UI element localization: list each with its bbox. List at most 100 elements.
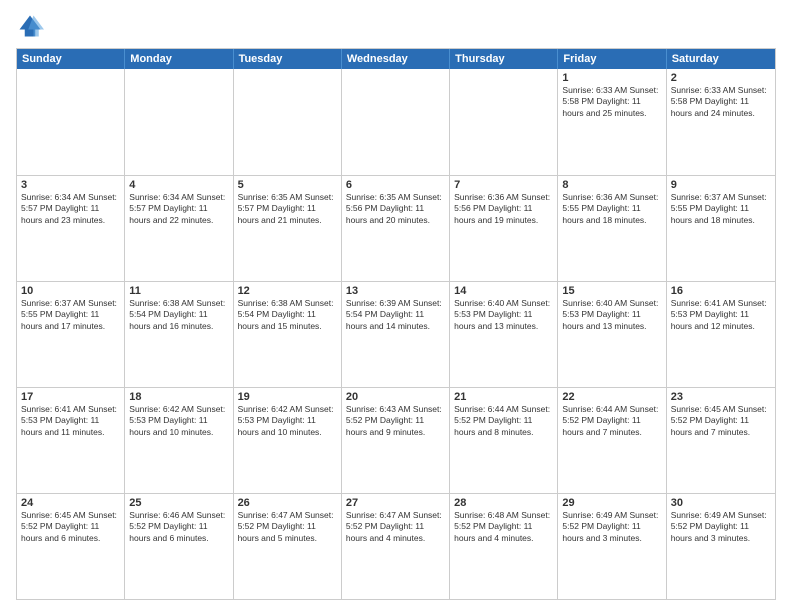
day-number: 1 [562,72,661,84]
day-info: Sunrise: 6:38 AM Sunset: 5:54 PM Dayligh… [238,298,337,332]
day-number: 12 [238,285,337,297]
calendar-empty-cell [342,69,450,175]
calendar-day-1: 1Sunrise: 6:33 AM Sunset: 5:58 PM Daylig… [558,69,666,175]
day-info: Sunrise: 6:36 AM Sunset: 5:55 PM Dayligh… [562,192,661,226]
calendar-day-27: 27Sunrise: 6:47 AM Sunset: 5:52 PM Dayli… [342,494,450,599]
calendar-day-25: 25Sunrise: 6:46 AM Sunset: 5:52 PM Dayli… [125,494,233,599]
calendar-day-3: 3Sunrise: 6:34 AM Sunset: 5:57 PM Daylig… [17,176,125,281]
calendar-empty-cell [125,69,233,175]
calendar-day-5: 5Sunrise: 6:35 AM Sunset: 5:57 PM Daylig… [234,176,342,281]
logo [16,12,44,40]
day-info: Sunrise: 6:41 AM Sunset: 5:53 PM Dayligh… [21,404,120,438]
day-info: Sunrise: 6:37 AM Sunset: 5:55 PM Dayligh… [21,298,120,332]
weekday-header-thursday: Thursday [450,49,558,69]
calendar-week-4: 17Sunrise: 6:41 AM Sunset: 5:53 PM Dayli… [17,387,775,493]
day-info: Sunrise: 6:39 AM Sunset: 5:54 PM Dayligh… [346,298,445,332]
day-number: 24 [21,497,120,509]
day-info: Sunrise: 6:42 AM Sunset: 5:53 PM Dayligh… [238,404,337,438]
calendar-day-7: 7Sunrise: 6:36 AM Sunset: 5:56 PM Daylig… [450,176,558,281]
day-number: 22 [562,391,661,403]
calendar-body: 1 Sunrise: 6:33 AM Sunset: 5:58 PM Daylig… [17,69,775,599]
calendar: SundayMondayTuesdayWednesdayThursdayFrid… [16,48,776,600]
weekday-header-monday: Monday [125,49,233,69]
calendar-day-2: 2Sunrise: 6:33 AM Sunset: 5:58 PM Daylig… [667,69,775,175]
weekday-header-friday: Friday [558,49,666,69]
calendar-week-5: 24Sunrise: 6:45 AM Sunset: 5:52 PM Dayli… [17,493,775,599]
calendar-day-13: 13Sunrise: 6:39 AM Sunset: 5:54 PM Dayli… [342,282,450,387]
calendar-empty-cell [234,69,342,175]
day-number: 18 [129,391,228,403]
logo-icon [16,12,44,40]
day-number: 21 [454,391,553,403]
day-number: 8 [562,179,661,191]
day-number: 26 [238,497,337,509]
day-info: Sunrise: 6:48 AM Sunset: 5:52 PM Dayligh… [454,510,553,544]
calendar-day-17: 17Sunrise: 6:41 AM Sunset: 5:53 PM Dayli… [17,388,125,493]
day-number: 30 [671,497,771,509]
day-number: 23 [671,391,771,403]
header [16,12,776,40]
day-info: Sunrise: 6:34 AM Sunset: 5:57 PM Dayligh… [129,192,228,226]
day-number: 15 [562,285,661,297]
calendar-day-22: 22Sunrise: 6:44 AM Sunset: 5:52 PM Dayli… [558,388,666,493]
day-info: Sunrise: 6:37 AM Sunset: 5:55 PM Dayligh… [671,192,771,226]
day-info: Sunrise: 6:33 AM Sunset: 5:58 PM Dayligh… [671,85,771,119]
day-info: Sunrise: 6:49 AM Sunset: 5:52 PM Dayligh… [671,510,771,544]
page: SundayMondayTuesdayWednesdayThursdayFrid… [0,0,792,612]
weekday-header-sunday: Sunday [17,49,125,69]
day-number: 14 [454,285,553,297]
calendar-day-6: 6Sunrise: 6:35 AM Sunset: 5:56 PM Daylig… [342,176,450,281]
calendar-week-2: 3Sunrise: 6:34 AM Sunset: 5:57 PM Daylig… [17,175,775,281]
calendar-day-4: 4Sunrise: 6:34 AM Sunset: 5:57 PM Daylig… [125,176,233,281]
day-number: 28 [454,497,553,509]
day-number: 7 [454,179,553,191]
day-number: 4 [129,179,228,191]
calendar-day-10: 10Sunrise: 6:37 AM Sunset: 5:55 PM Dayli… [17,282,125,387]
day-info: Sunrise: 6:36 AM Sunset: 5:56 PM Dayligh… [454,192,553,226]
calendar-day-12: 12Sunrise: 6:38 AM Sunset: 5:54 PM Dayli… [234,282,342,387]
day-number: 19 [238,391,337,403]
day-number: 9 [671,179,771,191]
day-number: 29 [562,497,661,509]
weekday-header-wednesday: Wednesday [342,49,450,69]
calendar-day-18: 18Sunrise: 6:42 AM Sunset: 5:53 PM Dayli… [125,388,233,493]
day-info: Sunrise: 6:47 AM Sunset: 5:52 PM Dayligh… [346,510,445,544]
day-number: 25 [129,497,228,509]
calendar-week-3: 10Sunrise: 6:37 AM Sunset: 5:55 PM Dayli… [17,281,775,387]
calendar-week-1: 1 Sunrise: 6:33 AM Sunset: 5:58 PM Daylig… [17,69,775,175]
calendar-empty-cell [17,69,125,175]
calendar-day-11: 11Sunrise: 6:38 AM Sunset: 5:54 PM Dayli… [125,282,233,387]
calendar-day-19: 19Sunrise: 6:42 AM Sunset: 5:53 PM Dayli… [234,388,342,493]
day-info: Sunrise: 6:44 AM Sunset: 5:52 PM Dayligh… [562,404,661,438]
calendar-day-16: 16Sunrise: 6:41 AM Sunset: 5:53 PM Dayli… [667,282,775,387]
day-info: Sunrise: 6:38 AM Sunset: 5:54 PM Dayligh… [129,298,228,332]
day-number: 16 [671,285,771,297]
calendar-day-24: 24Sunrise: 6:45 AM Sunset: 5:52 PM Dayli… [17,494,125,599]
day-number: 20 [346,391,445,403]
day-info: Sunrise: 6:43 AM Sunset: 5:52 PM Dayligh… [346,404,445,438]
day-info: Sunrise: 6:44 AM Sunset: 5:52 PM Dayligh… [454,404,553,438]
weekday-header-saturday: Saturday [667,49,775,69]
day-number: 11 [129,285,228,297]
calendar-empty-cell [450,69,558,175]
day-number: 6 [346,179,445,191]
weekday-header-tuesday: Tuesday [234,49,342,69]
day-info: Sunrise: 6:35 AM Sunset: 5:57 PM Dayligh… [238,192,337,226]
calendar-day-21: 21Sunrise: 6:44 AM Sunset: 5:52 PM Dayli… [450,388,558,493]
day-number: 5 [238,179,337,191]
day-info: Sunrise: 6:40 AM Sunset: 5:53 PM Dayligh… [454,298,553,332]
day-number: 27 [346,497,445,509]
calendar-day-29: 29Sunrise: 6:49 AM Sunset: 5:52 PM Dayli… [558,494,666,599]
day-info: Sunrise: 6:35 AM Sunset: 5:56 PM Dayligh… [346,192,445,226]
calendar-day-20: 20Sunrise: 6:43 AM Sunset: 5:52 PM Dayli… [342,388,450,493]
day-info: Sunrise: 6:45 AM Sunset: 5:52 PM Dayligh… [671,404,771,438]
day-info: Sunrise: 6:34 AM Sunset: 5:57 PM Dayligh… [21,192,120,226]
day-info: Sunrise: 6:41 AM Sunset: 5:53 PM Dayligh… [671,298,771,332]
day-info: Sunrise: 6:47 AM Sunset: 5:52 PM Dayligh… [238,510,337,544]
calendar-day-8: 8Sunrise: 6:36 AM Sunset: 5:55 PM Daylig… [558,176,666,281]
day-number: 13 [346,285,445,297]
calendar-day-28: 28Sunrise: 6:48 AM Sunset: 5:52 PM Dayli… [450,494,558,599]
day-info: Sunrise: 6:46 AM Sunset: 5:52 PM Dayligh… [129,510,228,544]
calendar-day-26: 26Sunrise: 6:47 AM Sunset: 5:52 PM Dayli… [234,494,342,599]
calendar-header: SundayMondayTuesdayWednesdayThursdayFrid… [17,49,775,69]
